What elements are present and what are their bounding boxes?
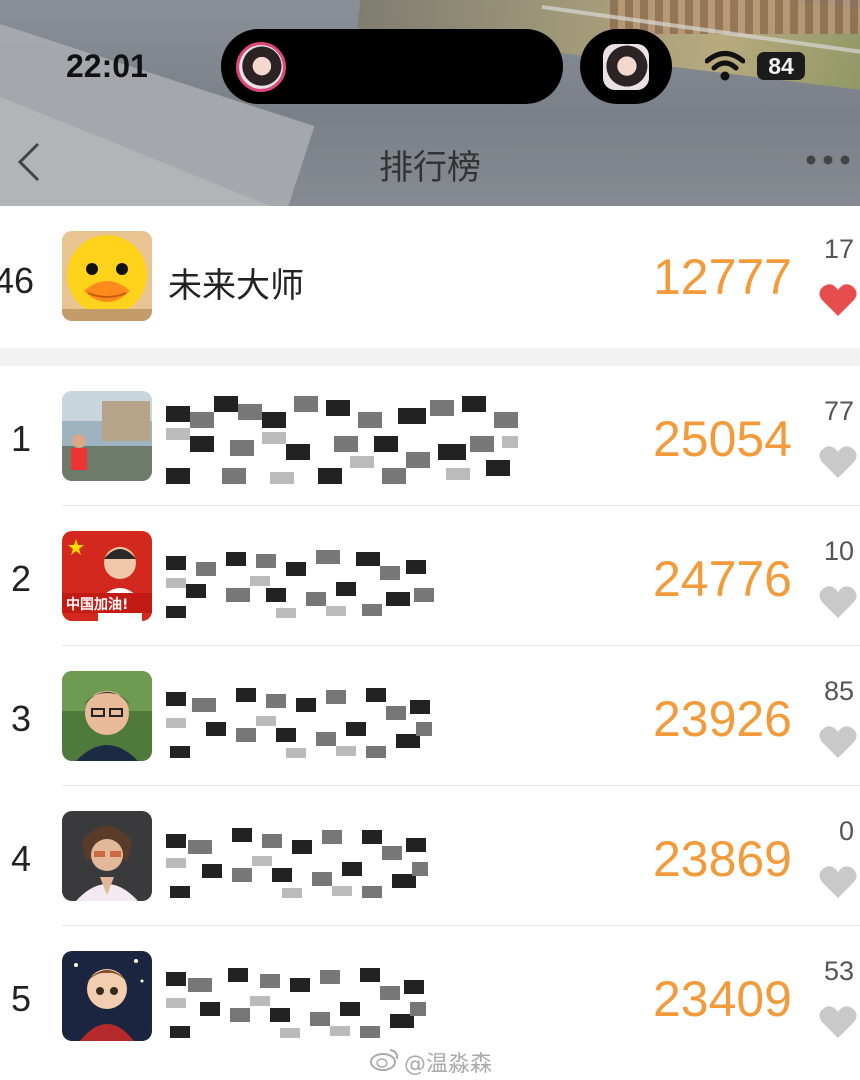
rank-number: 1 — [11, 418, 32, 459]
like-count: 77 — [823, 396, 854, 426]
leaderboard-row[interactable]: 1 25054 77 — [0, 366, 860, 506]
rank-number: 4 — [11, 838, 32, 879]
leaderboard-row[interactable]: 3 23926 85 — [0, 646, 860, 786]
blurred-username — [166, 966, 430, 1054]
svg-text:中国加油!: 中国加油! — [66, 596, 128, 613]
header-photo-fence — [610, 0, 860, 34]
my-username: 未来大师 — [168, 266, 304, 306]
page-title: 排行榜 — [379, 148, 481, 188]
score: 23869 — [652, 831, 792, 887]
my-like-count: 17 — [823, 234, 854, 264]
wifi-icon — [705, 51, 745, 81]
score: 24776 — [652, 551, 792, 607]
weibo-icon — [370, 1049, 399, 1071]
island-avatar — [236, 42, 286, 92]
leaderboard-row[interactable]: 2 中国加油! 24776 10 — [0, 506, 860, 646]
leaderboard-row[interactable]: 5 23409 53 — [0, 926, 860, 1066]
user-avatar — [62, 391, 152, 481]
heart-icon[interactable] — [818, 864, 858, 900]
like-count: 10 — [823, 536, 854, 566]
battery-indicator: 84 — [757, 52, 805, 80]
watermark: @温淼森 — [404, 1052, 493, 1077]
section-divider — [0, 348, 860, 366]
rank-number: 3 — [11, 698, 32, 739]
like-count: 0 — [838, 816, 854, 846]
user-avatar — [62, 671, 152, 761]
user-avatar — [62, 811, 152, 901]
heart-icon[interactable] — [818, 1004, 858, 1040]
dynamic-island[interactable] — [221, 29, 563, 104]
like-count: 85 — [823, 676, 854, 706]
heart-icon[interactable] — [818, 282, 858, 318]
heart-icon[interactable] — [818, 584, 858, 620]
like-count: 53 — [823, 956, 854, 986]
rank-number: 5 — [11, 978, 32, 1019]
score: 23926 — [652, 691, 792, 747]
score: 23409 — [652, 971, 792, 1027]
live-activity-avatar — [603, 44, 649, 90]
blurred-username — [166, 548, 436, 636]
user-avatar — [62, 951, 152, 1041]
my-score: 12777 — [652, 249, 792, 305]
my-avatar — [62, 231, 152, 321]
header-background: 22:01 84 排行榜 — [0, 0, 860, 206]
blurred-username — [166, 396, 526, 484]
my-rank-row[interactable]: 46 未来大师 12777 17 — [0, 206, 860, 348]
status-time: 22:01 — [66, 48, 148, 84]
my-rank-number: 46 — [0, 260, 35, 301]
rank-number: 2 — [11, 558, 32, 599]
more-dots-icon[interactable] — [805, 150, 851, 170]
user-avatar: 中国加油! — [62, 531, 152, 621]
leaderboard-row[interactable]: 4 23869 0 — [0, 786, 860, 926]
blurred-username — [166, 826, 430, 914]
blurred-username — [166, 686, 436, 774]
heart-icon[interactable] — [818, 444, 858, 480]
live-activity-pill[interactable] — [580, 29, 672, 104]
score: 25054 — [652, 411, 792, 467]
heart-icon[interactable] — [818, 724, 858, 760]
